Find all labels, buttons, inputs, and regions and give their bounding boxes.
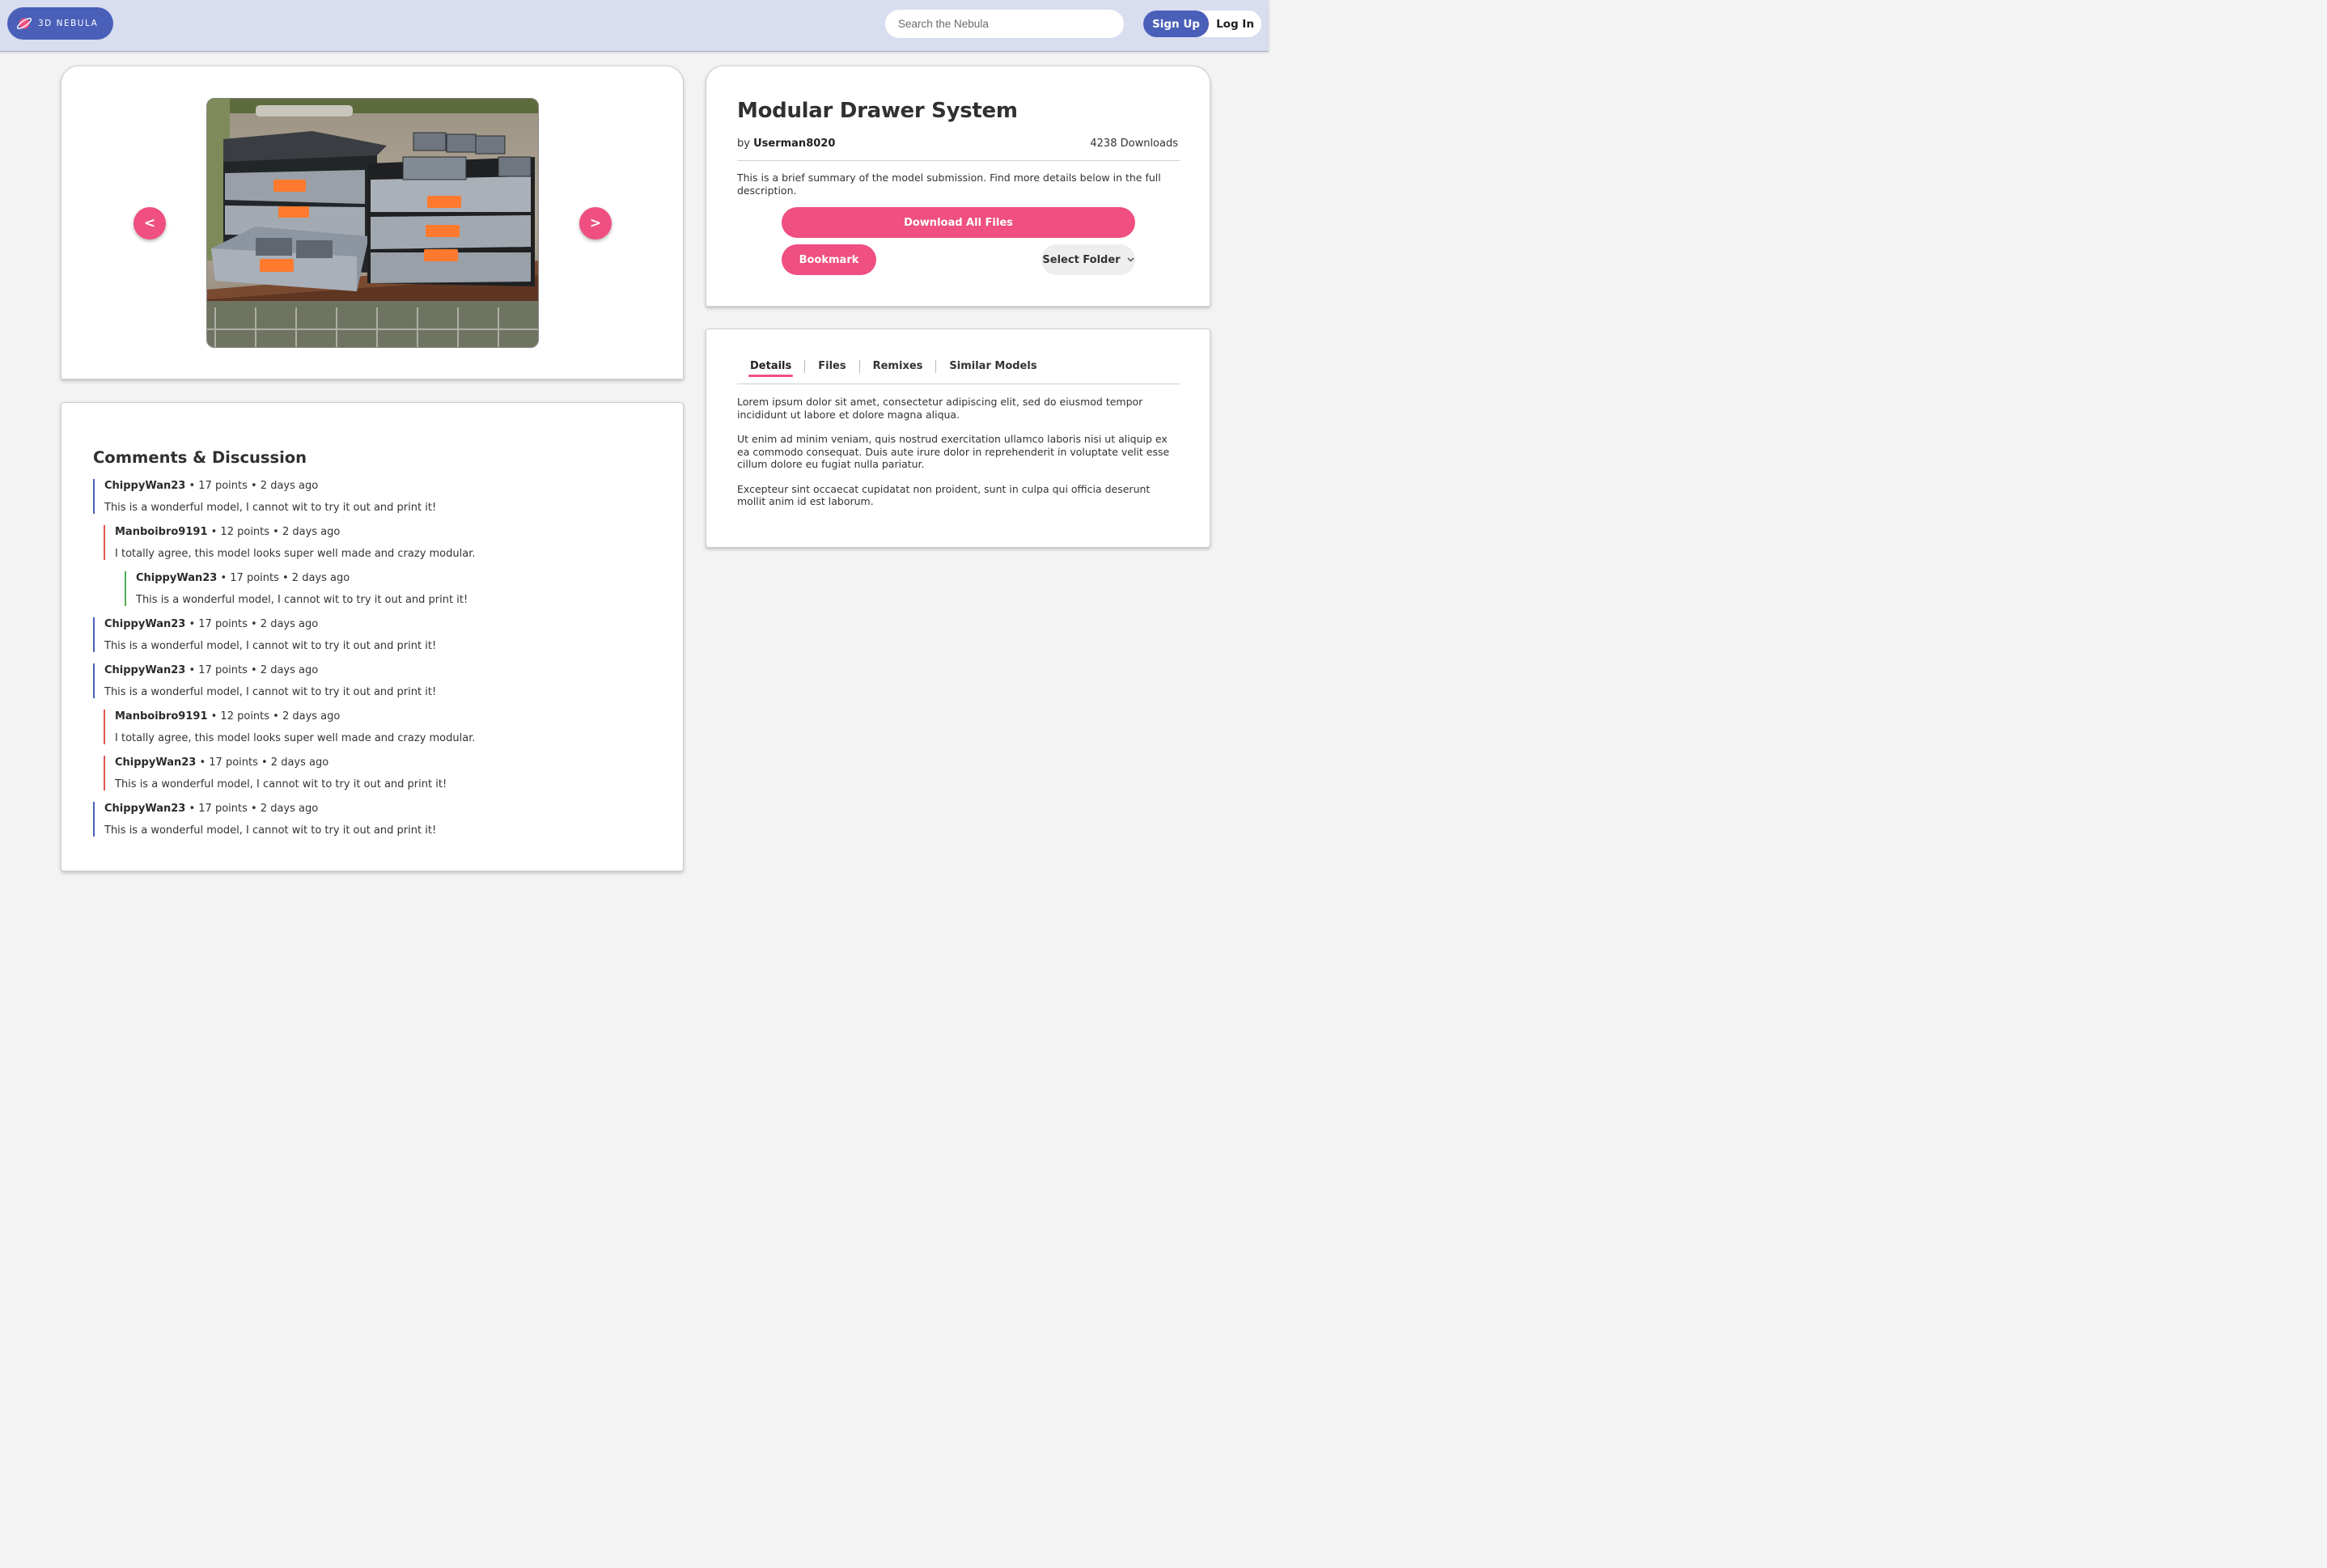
tab-remixes[interactable]: Remixes [860, 360, 937, 373]
model-title: Modular Drawer System [737, 99, 1018, 123]
comment: ChippyWan23 • 17 points • 2 days ago Thi… [125, 571, 476, 606]
comment-text: I totally agree, this model looks super … [115, 548, 476, 560]
author-byline: by Userman8020 [737, 138, 835, 150]
bookmark-button[interactable]: Bookmark [782, 244, 876, 275]
details-tabs: Details Files Remixes Similar Models [737, 360, 1180, 384]
comment: Manboibro9191 • 12 points • 2 days ago I… [104, 710, 476, 744]
details-paragraph: Lorem ipsum dolor sit amet, consectetur … [737, 396, 1143, 421]
details-paragraph: Excepteur sint occaecat cupidatat non pr… [737, 482, 1151, 508]
comment-author[interactable]: Manboibro9191 [115, 710, 208, 723]
comment-meta: • 17 points • 2 days ago [185, 480, 319, 492]
comment-text: This is a wonderful model, I cannot wit … [104, 502, 437, 514]
model-details-card: Details Files Remixes Similar Models Lor… [706, 328, 1210, 548]
comment-meta: • 17 points • 2 days ago [196, 756, 329, 769]
planet-icon [16, 17, 32, 30]
comment-header: ChippyWan23 • 17 points • 2 days ago [104, 663, 476, 680]
comment-thread-line [104, 710, 105, 744]
comment: ChippyWan23 • 17 points • 2 days ago Thi… [93, 479, 476, 514]
comment-thread-line [93, 617, 95, 652]
comment-author[interactable]: ChippyWan23 [115, 756, 196, 769]
comment-thread-line [93, 802, 95, 837]
comment-thread-line [93, 479, 95, 514]
comment-meta: • 17 points • 2 days ago [185, 803, 319, 815]
comment-header: ChippyWan23 • 17 points • 2 days ago [115, 756, 476, 772]
comment-header: ChippyWan23 • 17 points • 2 days ago [136, 571, 476, 587]
download-all-button[interactable]: Download All Files [782, 207, 1135, 238]
logo[interactable]: 3D NEBULA [7, 7, 113, 40]
comment-text: This is a wonderful model, I cannot wit … [115, 778, 447, 790]
comment-text: This is a wonderful model, I cannot wit … [104, 824, 437, 837]
comment-meta: • 17 points • 2 days ago [217, 572, 350, 584]
logo-text: 3D NEBULA [38, 19, 99, 28]
auth-group: Sign Up Log In [1143, 11, 1261, 37]
tab-details[interactable]: Details [737, 360, 806, 377]
comment-thread-line [104, 525, 105, 560]
comment: ChippyWan23 • 17 points • 2 days ago Thi… [93, 617, 476, 652]
comment-author[interactable]: ChippyWan23 [104, 618, 185, 630]
next-image-button[interactable]: > [579, 207, 612, 239]
tab-similar-models[interactable]: Similar Models [936, 360, 1049, 373]
comment: Manboibro9191 • 12 points • 2 days ago I… [104, 525, 476, 560]
comment-thread: ChippyWan23 • 17 points • 2 days ago Thi… [93, 479, 476, 848]
comment-text: This is a wonderful model, I cannot wit … [104, 686, 437, 698]
comment-text: I totally agree, this model looks super … [115, 732, 476, 744]
comment-author[interactable]: Manboibro9191 [115, 526, 208, 538]
comment-header: ChippyWan23 • 17 points • 2 days ago [104, 617, 476, 634]
select-folder-dropdown[interactable]: Select Folder [1041, 244, 1135, 275]
model-summary: This is a brief summary of the model sub… [737, 172, 1161, 197]
author-link[interactable]: Userman8020 [753, 138, 835, 150]
comment-author[interactable]: ChippyWan23 [104, 480, 185, 492]
details-paragraph: Ut enim ad minim veniam, quis nostrud ex… [737, 433, 1170, 470]
model-gallery: < > [61, 66, 684, 379]
model-photo [206, 98, 539, 348]
comment-meta: • 12 points • 2 days ago [207, 710, 341, 723]
divider [737, 160, 1180, 161]
comment-text: This is a wonderful model, I cannot wit … [136, 594, 468, 606]
comment: ChippyWan23 • 17 points • 2 days ago Thi… [93, 663, 476, 698]
comment-header: ChippyWan23 • 17 points • 2 days ago [104, 479, 476, 495]
drawer-system-image [207, 99, 538, 347]
log-in-button[interactable]: Log In [1209, 11, 1261, 37]
comment-thread-line [104, 756, 105, 790]
comments-card: Comments & Discussion ChippyWan23 • 17 p… [61, 402, 684, 871]
model-info-card: Modular Drawer System by Userman8020 423… [706, 66, 1210, 307]
top-navbar: 3D NEBULA Sign Up Log In [0, 0, 1269, 52]
comment-meta: • 12 points • 2 days ago [207, 526, 341, 538]
comment-meta: • 17 points • 2 days ago [185, 618, 319, 630]
comment-thread-line [93, 663, 95, 698]
previous-image-button[interactable]: < [134, 207, 166, 239]
comment-meta: • 17 points • 2 days ago [185, 664, 319, 676]
details-body: Lorem ipsum dolor sit amet, consectetur … [737, 396, 1180, 520]
comment: ChippyWan23 • 17 points • 2 days ago Thi… [93, 802, 476, 837]
download-count: 4238 Downloads [1090, 138, 1178, 150]
comment-header: Manboibro9191 • 12 points • 2 days ago [115, 710, 476, 726]
comments-title: Comments & Discussion [93, 448, 307, 467]
comment: ChippyWan23 • 17 points • 2 days ago Thi… [104, 756, 476, 790]
tab-files[interactable]: Files [805, 360, 860, 373]
comment-author[interactable]: ChippyWan23 [104, 664, 185, 676]
by-prefix: by [737, 138, 750, 150]
comment-header: Manboibro9191 • 12 points • 2 days ago [115, 525, 476, 541]
comment-author[interactable]: ChippyWan23 [104, 803, 185, 815]
comment-header: ChippyWan23 • 17 points • 2 days ago [104, 802, 476, 818]
search-input[interactable] [885, 10, 1124, 38]
chevron-down-icon [1127, 257, 1134, 262]
sign-up-button[interactable]: Sign Up [1143, 11, 1209, 37]
comment-author[interactable]: ChippyWan23 [136, 572, 217, 584]
select-folder-label: Select Folder [1042, 253, 1121, 266]
comment-thread-line [125, 571, 126, 606]
comment-text: This is a wonderful model, I cannot wit … [104, 640, 437, 652]
